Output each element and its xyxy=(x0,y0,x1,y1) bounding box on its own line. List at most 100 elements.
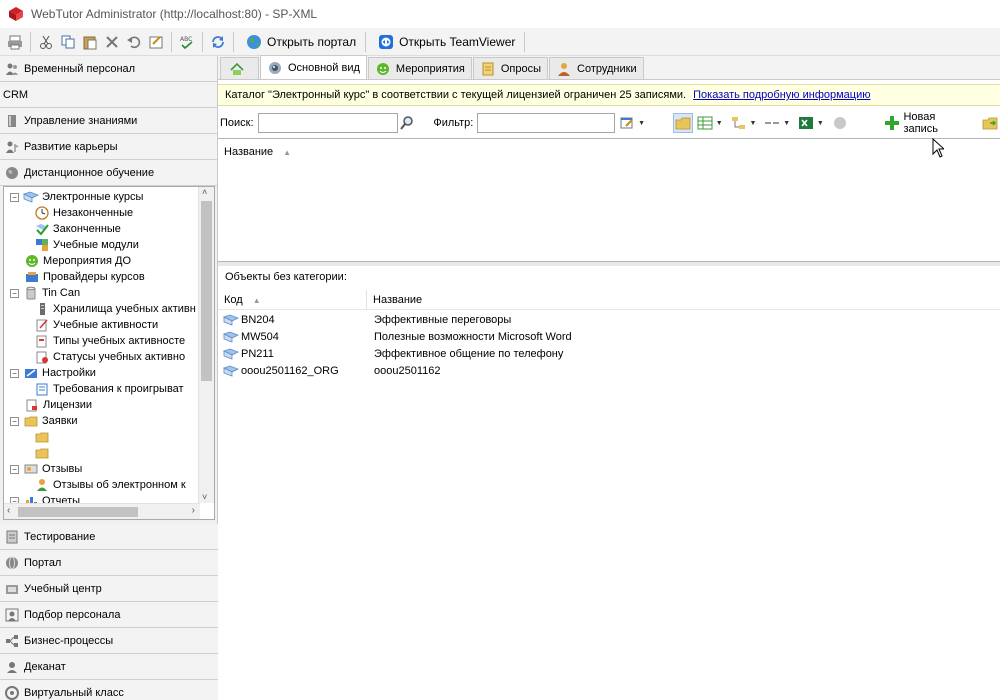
tree-horizontal-scrollbar[interactable]: ‹ › xyxy=(4,503,200,519)
delete-icon[interactable] xyxy=(103,33,121,51)
nav-career-development[interactable]: Развитие карьеры xyxy=(0,134,217,160)
tab-label: Сотрудники xyxy=(577,62,637,75)
column-header-label: Название xyxy=(224,146,274,158)
tree-item-do-events[interactable]: Мероприятия ДО xyxy=(24,253,131,269)
chevron-down-icon[interactable]: ▼ xyxy=(716,120,723,127)
chevron-down-icon[interactable]: ▼ xyxy=(783,120,790,127)
nav-business-processes[interactable]: Бизнес-процессы xyxy=(0,628,218,654)
nav-temp-staff[interactable]: Временный персонал xyxy=(0,56,217,82)
tree-item-finished[interactable]: Законченные xyxy=(34,221,121,237)
nav-dean-office[interactable]: Деканат xyxy=(0,654,218,680)
chevron-down-icon[interactable]: ▼ xyxy=(817,120,824,127)
filter-settings-icon[interactable] xyxy=(617,113,637,133)
people-icon xyxy=(4,61,20,77)
tree-item-e-courses[interactable]: − Электронные курсы xyxy=(10,189,143,205)
tree-item-learning-modules[interactable]: Учебные модули xyxy=(34,237,139,253)
nav-crm[interactable]: CRM xyxy=(0,82,217,108)
link-icon[interactable] xyxy=(762,113,782,133)
table-row[interactable]: PN211 Эффективное общение по телефону xyxy=(218,345,1000,362)
tree-vertical-scrollbar[interactable]: ˄ ˅ xyxy=(198,187,214,503)
tree-item-request-1[interactable] xyxy=(34,429,53,445)
search-input[interactable] xyxy=(257,113,398,133)
collapse-toggle[interactable]: − xyxy=(10,192,19,202)
tree-item-licenses[interactable]: Лицензии xyxy=(24,397,92,413)
nav-knowledge-management[interactable]: Управление знаниями xyxy=(0,108,217,134)
tab-events[interactable]: Мероприятия xyxy=(367,57,472,79)
table-view-icon[interactable] xyxy=(695,113,715,133)
cut-icon[interactable] xyxy=(37,33,55,51)
spellcheck-icon[interactable]: ABC xyxy=(178,33,196,51)
table-row[interactable]: BN204 Эффективные переговоры xyxy=(218,311,1000,328)
new-record-button[interactable]: Новая запись xyxy=(882,111,973,135)
tree-item-activity-types[interactable]: Типы учебных активносте xyxy=(34,333,185,349)
chevron-down-icon[interactable]: ▼ xyxy=(638,120,645,127)
tree-item-unfinished[interactable]: Незаконченные xyxy=(34,205,133,221)
tab-home[interactable] xyxy=(220,57,259,79)
open-teamviewer-button[interactable]: Открыть TeamViewer xyxy=(370,31,520,53)
scroll-up-icon[interactable]: ˄ xyxy=(202,187,207,197)
excel-icon[interactable] xyxy=(796,113,816,133)
undo-icon[interactable] xyxy=(125,33,143,51)
tree-item-learning-stores[interactable]: Хранилища учебных активн xyxy=(34,301,196,317)
copy-icon[interactable] xyxy=(59,33,77,51)
properties-icon[interactable] xyxy=(147,33,165,51)
tree-item-tin-can[interactable]: − Tin Can xyxy=(10,285,80,301)
scroll-down-icon[interactable]: ˅ xyxy=(202,492,207,502)
scroll-thumb[interactable] xyxy=(18,507,138,517)
folder-view-icon[interactable] xyxy=(673,113,693,133)
column-header-name[interactable]: Название xyxy=(373,292,422,308)
tab-main-view[interactable]: Основной вид xyxy=(260,55,367,79)
tree-item-request-2[interactable] xyxy=(34,445,53,461)
tree-item-reports[interactable]: − Отчеты xyxy=(10,493,80,503)
collapse-toggle[interactable]: − xyxy=(10,288,19,298)
tree-item-ecourse-reviews[interactable]: Отзывы об электронном к xyxy=(34,477,186,493)
nav-recruiting[interactable]: Подбор персонала xyxy=(0,602,218,628)
clock-icon xyxy=(34,206,50,220)
tree-item-label: Мероприятия ДО xyxy=(43,255,132,267)
scroll-right-icon[interactable]: › xyxy=(192,505,195,516)
nav-virtual-class[interactable]: Виртуальный класс xyxy=(0,680,218,700)
nav-distance-learning[interactable]: Дистанционное обучение xyxy=(0,160,217,186)
toolbar-separator xyxy=(30,31,31,52)
column-header-name[interactable]: Название ▲ xyxy=(224,144,291,160)
show-details-link[interactable]: Показать подробную информацию xyxy=(693,89,870,101)
table-row[interactable]: MW504 Полезные возможности Microsoft Wor… xyxy=(218,328,1000,345)
person-icon xyxy=(556,61,572,77)
nav-testing[interactable]: Тестирование xyxy=(0,524,218,550)
tree-item-reviews[interactable]: − Отзывы xyxy=(10,461,82,477)
nav-crm-label: CRM xyxy=(3,88,29,101)
tree-item-learning-activities[interactable]: Учебные активности xyxy=(34,317,158,333)
tree-item-activity-statuses[interactable]: Статусы учебных активно xyxy=(34,349,185,365)
cell-name: Эффективные переговоры xyxy=(374,313,512,326)
tree-item-settings[interactable]: − Настройки xyxy=(10,365,96,381)
filter-input[interactable] xyxy=(477,113,616,133)
paste-icon[interactable] xyxy=(81,33,99,51)
print-icon[interactable] xyxy=(6,33,24,51)
chevron-down-icon[interactable]: ▼ xyxy=(749,120,756,127)
scroll-thumb[interactable] xyxy=(201,201,212,381)
import-icon[interactable] xyxy=(980,113,1000,133)
column-divider[interactable] xyxy=(366,290,367,310)
tree-item-course-providers[interactable]: Провайдеры курсов xyxy=(24,269,145,285)
section-title: Объекты без категории: xyxy=(225,271,347,283)
search-icon[interactable] xyxy=(398,113,418,133)
nav-training-center[interactable]: Учебный центр xyxy=(0,576,218,602)
tree-item-player-requirements[interactable]: Требования к проигрыват xyxy=(34,381,184,397)
hierarchy-icon[interactable] xyxy=(729,113,749,133)
collapse-toggle[interactable]: − xyxy=(10,368,19,378)
column-header-code[interactable]: Код ▲ xyxy=(224,292,261,308)
table-row[interactable]: ooou2501162_ORG ooou2501162 xyxy=(218,362,1000,379)
mouse-cursor-icon xyxy=(932,138,944,158)
open-portal-button[interactable]: Открыть портал xyxy=(238,31,361,53)
tree-item-requests[interactable]: − Заявки xyxy=(10,413,78,429)
tab-polls[interactable]: Опросы xyxy=(472,57,549,79)
nav-portal[interactable]: Портал xyxy=(0,550,218,576)
folder-icon xyxy=(23,414,39,428)
scroll-left-icon[interactable]: ‹ xyxy=(7,505,10,516)
refresh-icon[interactable] xyxy=(209,33,227,51)
app-logo-icon xyxy=(9,7,23,21)
tab-employees[interactable]: Сотрудники xyxy=(549,57,644,79)
collapse-toggle[interactable]: − xyxy=(10,464,19,474)
collapse-toggle[interactable]: − xyxy=(10,416,19,426)
folder-icon xyxy=(34,446,50,460)
